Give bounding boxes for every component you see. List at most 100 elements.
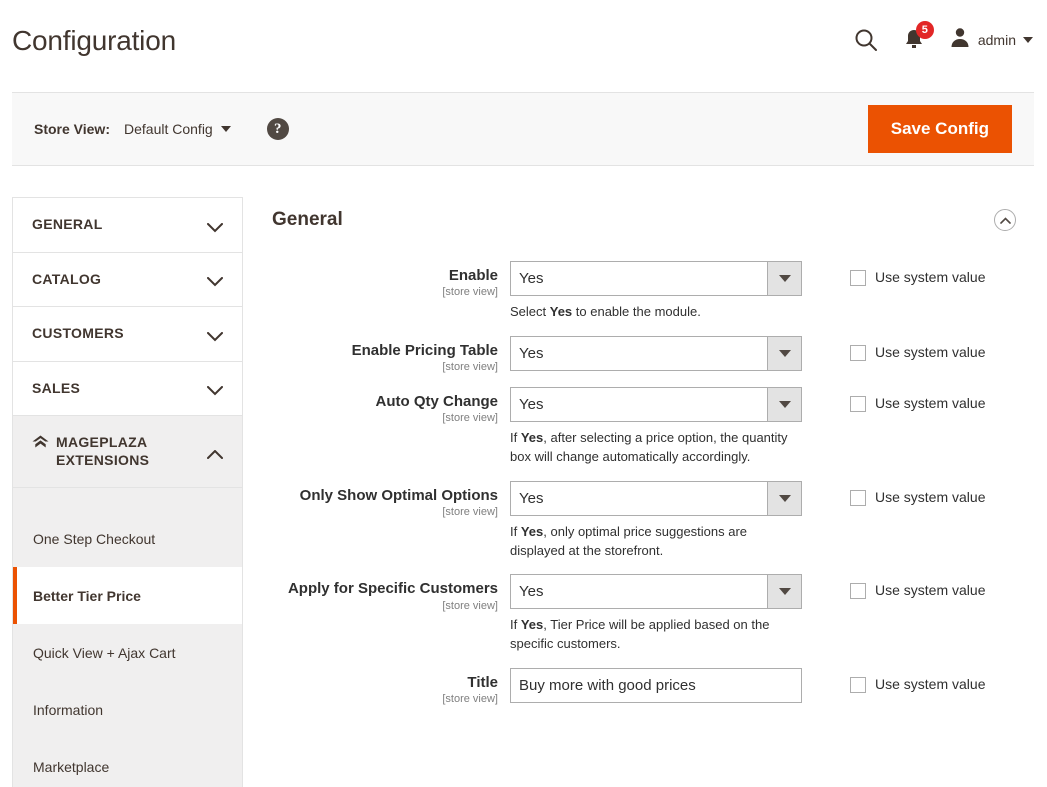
sidebar-section-sales[interactable]: SALES <box>13 362 242 417</box>
sidebar-item-quick-view-ajax-cart[interactable]: Quick View + Ajax Cart <box>13 624 242 681</box>
use-system-value-label[interactable]: Use system value <box>875 582 985 598</box>
store-view-label: Store View: <box>34 121 110 137</box>
field-control-col: Yes If Yes, after selecting a price opti… <box>510 387 802 467</box>
notification-count-badge: 5 <box>916 21 934 39</box>
sidebar-section-label: CATALOG <box>32 271 101 289</box>
field-scope: [store view] <box>262 506 498 518</box>
field-label: Enable Pricing Table <box>262 342 498 359</box>
use-system-value-checkbox[interactable] <box>850 396 866 412</box>
field-label-col: Enable Pricing Table [store view] <box>262 336 510 373</box>
sidebar-sub-spacer-top <box>13 488 242 510</box>
save-config-button[interactable]: Save Config <box>868 105 1012 153</box>
sidebar-item-information[interactable]: Information <box>13 681 242 738</box>
sidebar-section-general[interactable]: GENERAL <box>13 198 242 253</box>
field-control-col: Yes If Yes, only optimal price suggestio… <box>510 481 802 561</box>
general-fieldset: Enable [store view] Yes Select Yes to en… <box>262 243 1034 705</box>
field-row-title: Title [store view] Use system value <box>262 668 1034 705</box>
field-scope: [store view] <box>262 600 498 612</box>
field-extra-col: Use system value <box>802 261 1034 286</box>
config-content-panel: General Enable [store view] Yes Se <box>262 197 1034 719</box>
auto-qty-change-select-value: Yes <box>511 388 767 421</box>
sidebar-section-customers[interactable]: CUSTOMERS <box>13 307 242 362</box>
store-view-value: Default Config <box>124 121 213 137</box>
use-system-value-checkbox[interactable] <box>850 490 866 506</box>
admin-configuration-page: Configuration 5 <box>0 0 1047 787</box>
field-row-auto-qty-change: Auto Qty Change [store view] Yes If Yes,… <box>262 387 1034 467</box>
chevron-down-icon <box>767 337 801 370</box>
enable-select[interactable]: Yes <box>510 261 802 296</box>
use-system-value-checkbox[interactable] <box>850 677 866 693</box>
page-header: Configuration 5 <box>0 0 1047 90</box>
field-scope: [store view] <box>262 693 498 705</box>
field-note: Select Yes to enable the module. <box>510 303 800 322</box>
question-mark-icon[interactable]: ? <box>267 118 289 140</box>
sidebar-section-catalog[interactable]: CATALOG <box>13 253 242 308</box>
chevron-down-icon <box>767 575 801 608</box>
field-scope: [store view] <box>262 412 498 424</box>
chevron-down-icon <box>207 274 223 284</box>
use-system-value-label[interactable]: Use system value <box>875 489 985 505</box>
enable-select-value: Yes <box>511 262 767 295</box>
field-extra-col: Use system value <box>802 387 1034 412</box>
chevron-up-circle-icon[interactable] <box>994 209 1016 231</box>
store-view-toolbar: Store View: Default Config ? Save Config <box>12 92 1034 166</box>
field-label-col: Only Show Optimal Options [store view] <box>262 481 510 518</box>
field-row-enable-pricing-table: Enable Pricing Table [store view] Yes Us… <box>262 336 1034 373</box>
sidebar-item-label: Information <box>33 702 103 718</box>
use-system-value-checkbox[interactable] <box>850 345 866 361</box>
apply-for-specific-customers-select-value: Yes <box>511 575 767 608</box>
apply-for-specific-customers-select[interactable]: Yes <box>510 574 802 609</box>
field-control-col: Yes <box>510 336 802 371</box>
sidebar-sub-list: One Step Checkout Better Tier Price Quic… <box>13 488 242 787</box>
sidebar-item-label: Marketplace <box>33 759 109 775</box>
sidebar-section-mageplaza-extensions[interactable]: MAGEPLAZA EXTENSIONS <box>13 416 242 488</box>
user-avatar-icon <box>949 26 971 53</box>
store-view-select[interactable]: Default Config <box>124 121 231 137</box>
section-header-general[interactable]: General <box>262 197 1034 243</box>
use-system-value-label[interactable]: Use system value <box>875 676 985 692</box>
field-label-col: Auto Qty Change [store view] <box>262 387 510 424</box>
sidebar-item-marketplace[interactable]: Marketplace <box>13 738 242 787</box>
chevron-down-icon <box>207 329 223 339</box>
search-icon[interactable] <box>853 27 879 53</box>
use-system-value-label[interactable]: Use system value <box>875 395 985 411</box>
field-extra-col: Use system value <box>802 481 1034 506</box>
field-note: If Yes, only optimal price suggestions a… <box>510 523 800 561</box>
field-note: If Yes, Tier Price will be applied based… <box>510 616 800 654</box>
field-row-enable: Enable [store view] Yes Select Yes to en… <box>262 261 1034 322</box>
field-row-only-show-optimal-options: Only Show Optimal Options [store view] Y… <box>262 481 1034 561</box>
admin-user-name: admin <box>978 32 1016 48</box>
use-system-value-label[interactable]: Use system value <box>875 269 985 285</box>
field-label: Title <box>262 674 498 691</box>
field-label: Only Show Optimal Options <box>262 487 498 504</box>
sidebar-item-better-tier-price[interactable]: Better Tier Price <box>13 567 242 624</box>
field-label: Auto Qty Change <box>262 393 498 410</box>
caret-down-icon <box>1023 37 1033 43</box>
chevron-down-icon <box>767 262 801 295</box>
chevron-down-icon <box>767 388 801 421</box>
use-system-value-label[interactable]: Use system value <box>875 344 985 360</box>
bell-icon: 5 <box>901 27 927 53</box>
sidebar-section-label: MAGEPLAZA EXTENSIONS <box>56 434 207 469</box>
chevron-down-icon <box>207 383 223 393</box>
only-show-optimal-options-select[interactable]: Yes <box>510 481 802 516</box>
field-extra-col: Use system value <box>802 668 1034 693</box>
section-title: General <box>272 209 343 231</box>
title-input[interactable] <box>510 668 802 703</box>
field-label-col: Enable [store view] <box>262 261 510 298</box>
notifications-button[interactable]: 5 <box>901 27 927 53</box>
field-extra-col: Use system value <box>802 574 1034 599</box>
caret-down-icon <box>221 126 231 132</box>
sidebar-item-label: One Step Checkout <box>33 531 155 547</box>
field-note: If Yes, after selecting a price option, … <box>510 429 800 467</box>
enable-pricing-table-select[interactable]: Yes <box>510 336 802 371</box>
auto-qty-change-select[interactable]: Yes <box>510 387 802 422</box>
use-system-value-checkbox[interactable] <box>850 583 866 599</box>
field-label: Enable <box>262 267 498 284</box>
sidebar-item-label: Better Tier Price <box>33 588 141 604</box>
field-extra-col: Use system value <box>802 336 1034 361</box>
admin-user-menu[interactable]: admin <box>949 26 1033 53</box>
field-scope: [store view] <box>262 286 498 298</box>
sidebar-item-one-step-checkout[interactable]: One Step Checkout <box>13 510 242 567</box>
use-system-value-checkbox[interactable] <box>850 270 866 286</box>
